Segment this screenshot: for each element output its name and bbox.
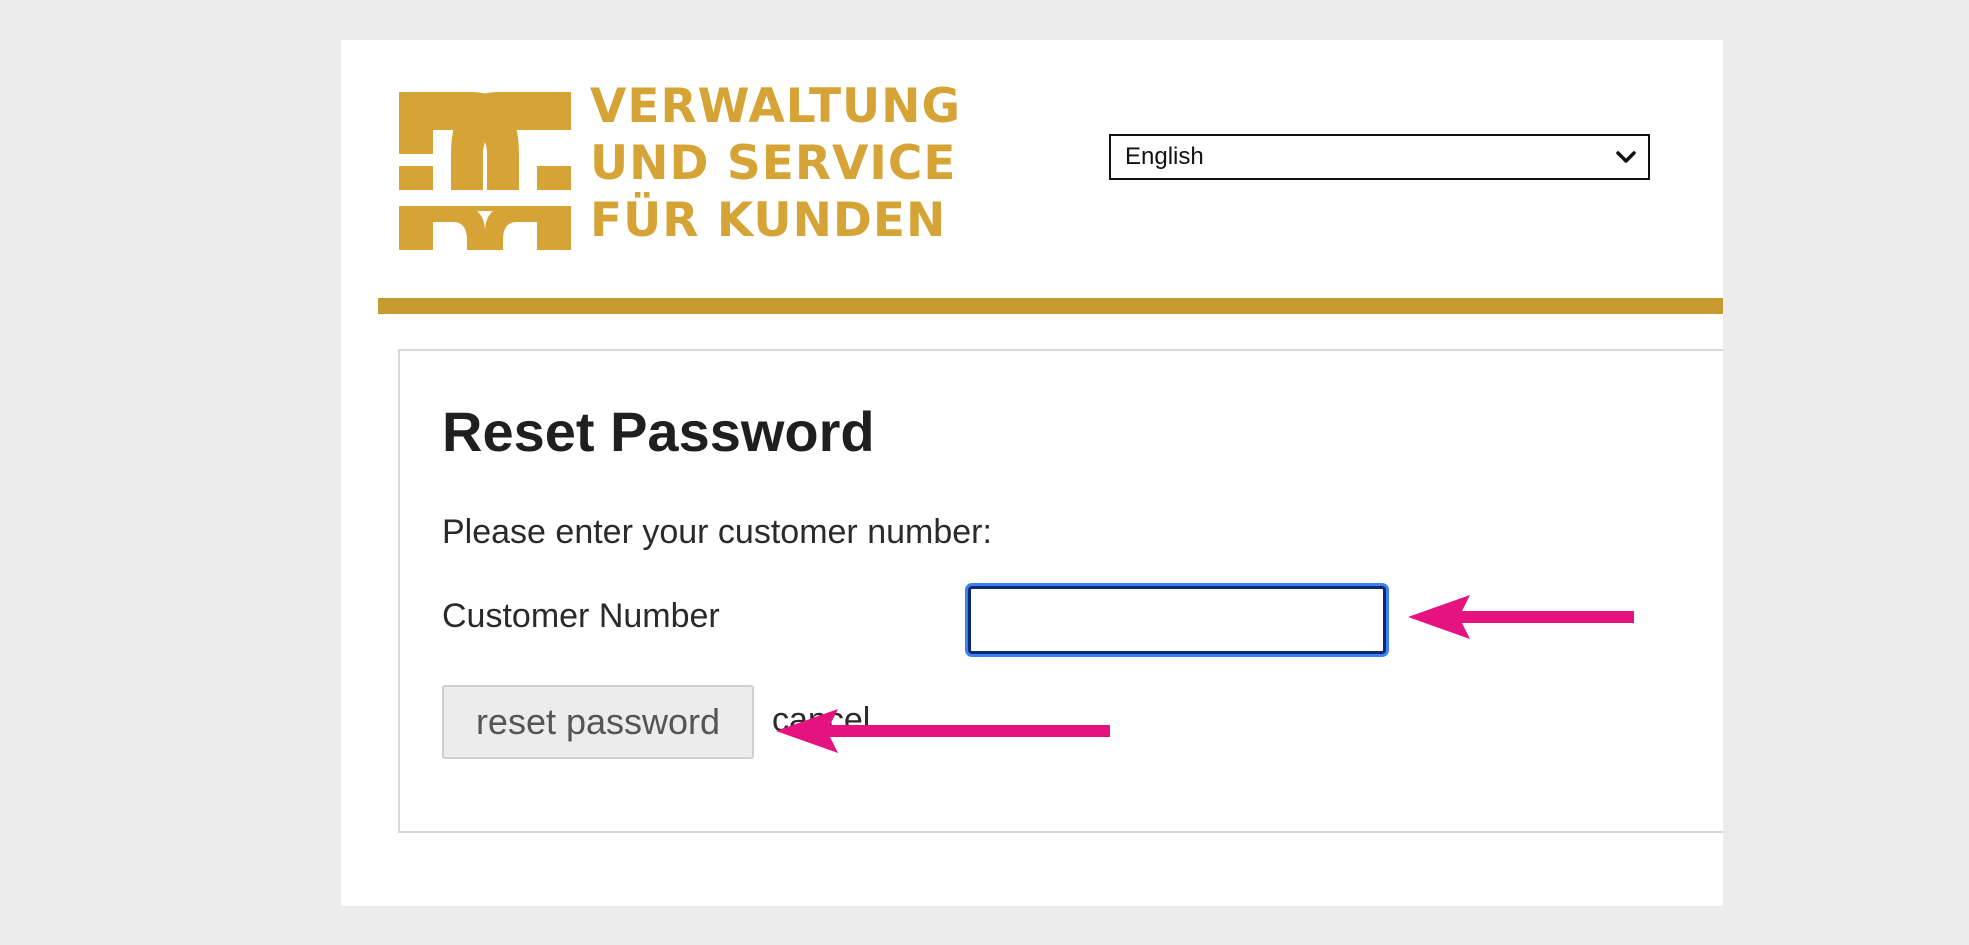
brand-line-3: FÜR KUNDEN (590, 193, 947, 248)
reset-password-panel: Reset Password Please enter your custome… (398, 349, 1723, 833)
customer-number-label: Customer Number (442, 597, 720, 635)
header-divider (378, 298, 1723, 314)
reset-password-button[interactable]: reset password (442, 685, 754, 759)
page-card: VERWALTUNG UND SERVICE FÜR KUNDEN Englis… (341, 40, 1723, 906)
logo-mark-icon (399, 92, 571, 250)
company-logo: VERWALTUNG UND SERVICE FÜR KUNDEN (399, 79, 960, 292)
brand-line-2: UND SERVICE (590, 136, 957, 191)
instruction-text: Please enter your customer number: (442, 513, 992, 551)
brand-line-1: VERWALTUNG (590, 79, 962, 134)
page-title: Reset Password (442, 400, 875, 463)
brand-name: VERWALTUNG UND SERVICE FÜR KUNDEN (590, 78, 961, 249)
chevron-down-icon (1616, 151, 1636, 163)
customer-number-input[interactable] (965, 583, 1389, 657)
cancel-link[interactable]: cancel (772, 701, 870, 740)
language-select-value: English (1125, 143, 1204, 170)
language-select[interactable]: English (1109, 134, 1650, 180)
